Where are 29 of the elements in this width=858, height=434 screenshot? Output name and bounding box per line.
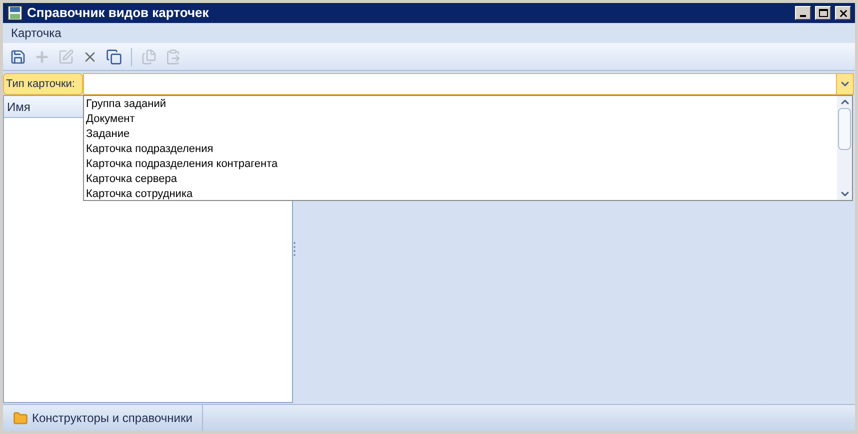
minimize-icon — [800, 15, 806, 17]
copy-icon — [106, 48, 122, 64]
app-icon — [7, 5, 23, 21]
maximize-button[interactable] — [815, 6, 831, 20]
plus-icon — [34, 48, 50, 64]
dropdown-option[interactable]: Карточка сервера — [84, 172, 837, 187]
dropdown-option[interactable]: Документ — [84, 112, 837, 127]
save-icon — [10, 48, 26, 64]
window-title: Справочник видов карточек — [27, 4, 209, 22]
dropdown-option[interactable]: Задание — [84, 127, 837, 142]
scroll-thumb[interactable] — [838, 108, 851, 150]
folder-icon — [13, 410, 28, 426]
maximize-icon — [818, 9, 828, 17]
copy-icon — [141, 48, 157, 64]
clipboard-icon — [165, 48, 181, 64]
dropdown-option[interactable]: Группа заданий — [84, 97, 837, 112]
close-button[interactable] — [835, 6, 851, 20]
edit-icon — [58, 48, 74, 64]
close-icon — [838, 8, 848, 18]
dropdown-option[interactable]: Карточка сотрудника — [84, 187, 837, 202]
field-label: Тип карточки: — [3, 73, 83, 95]
minimize-button[interactable] — [795, 6, 811, 20]
dropdown-button[interactable] — [836, 74, 853, 94]
menu-item[interactable]: Карточка — [7, 24, 66, 42]
dropdown-option[interactable]: Карточка подразделения — [84, 142, 837, 157]
status-bar-tab[interactable]: Конструкторы и справочники — [3, 405, 204, 431]
dropdown-option[interactable]: Карточка подразделения контрагента — [84, 157, 837, 172]
splitter-grip-icon — [293, 241, 296, 257]
scrollbar[interactable] — [837, 96, 852, 200]
